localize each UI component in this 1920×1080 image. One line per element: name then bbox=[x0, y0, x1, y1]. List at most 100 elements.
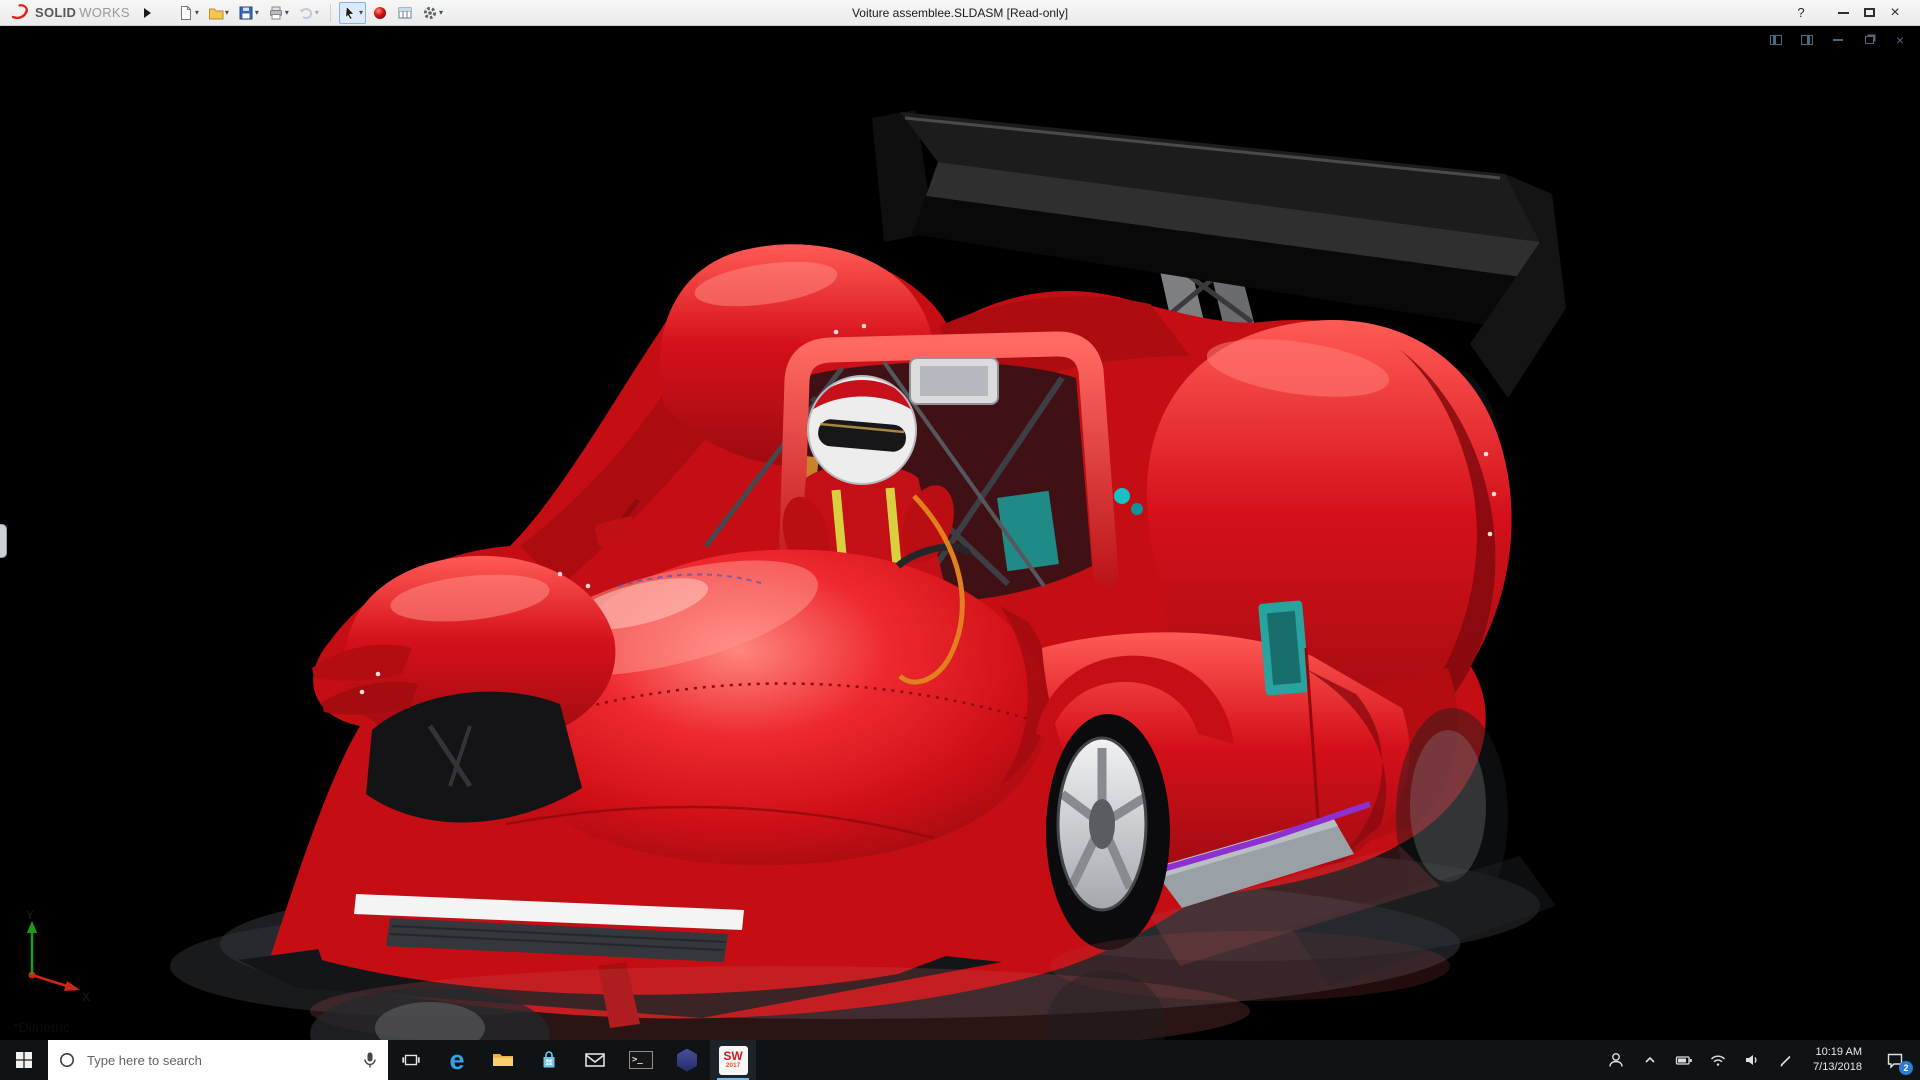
taskbar-mail[interactable] bbox=[572, 1040, 618, 1080]
pen-button[interactable] bbox=[1771, 1040, 1801, 1080]
taskbar-edge[interactable]: e bbox=[434, 1040, 480, 1080]
network-button[interactable] bbox=[1703, 1040, 1733, 1080]
appearance-button[interactable] bbox=[369, 2, 391, 24]
help-button[interactable]: ? bbox=[1788, 2, 1814, 24]
dropdown-caret-icon[interactable]: ▾ bbox=[255, 8, 259, 17]
battery-icon bbox=[1675, 1056, 1692, 1065]
dropdown-caret-icon[interactable]: ▾ bbox=[195, 8, 199, 17]
select-arrow-icon bbox=[345, 5, 355, 20]
taskbar-file-explorer[interactable] bbox=[480, 1040, 526, 1080]
save-button[interactable]: ▾ bbox=[235, 2, 262, 24]
chevron-up-icon bbox=[1645, 1056, 1655, 1063]
titlebar: SOLID WORKS ▾ ▾ ▾ ▾ ▾ ▾ ▾ Voiture assemb… bbox=[0, 0, 1920, 26]
cortana-icon bbox=[60, 1053, 74, 1067]
maximize-icon bbox=[1863, 8, 1875, 17]
3d-viewport[interactable] bbox=[0, 26, 1920, 1040]
solidworks-logo: SOLID WORKS bbox=[0, 3, 136, 23]
volume-button[interactable] bbox=[1737, 1040, 1767, 1080]
open-button[interactable]: ▾ bbox=[205, 2, 232, 24]
graphics-area[interactable]: × Y X *Dimetric bbox=[0, 26, 1920, 1040]
tray-expand-button[interactable] bbox=[1635, 1040, 1665, 1080]
window-controls: ? × bbox=[1788, 2, 1920, 24]
pane-splitter-handle[interactable] bbox=[0, 524, 7, 558]
minimize-icon bbox=[1837, 11, 1849, 14]
axis-triad-icon: Y X bbox=[26, 908, 90, 1004]
brand-works: WORKS bbox=[79, 5, 130, 20]
taskbar-clock[interactable]: 10:19 AM 7/13/2018 bbox=[1805, 1045, 1870, 1075]
taskbar-search[interactable] bbox=[48, 1040, 388, 1080]
pane-left-icon bbox=[1770, 35, 1782, 45]
action-center-button[interactable]: 2 bbox=[1874, 1040, 1916, 1080]
taskbar-store[interactable] bbox=[526, 1040, 572, 1080]
new-document-icon bbox=[180, 5, 191, 20]
document-window-controls: × bbox=[1768, 33, 1908, 47]
design-table-icon bbox=[398, 7, 412, 18]
rear-view-mirror[interactable] bbox=[909, 357, 999, 405]
dropdown-caret-icon[interactable]: ▾ bbox=[359, 8, 363, 17]
view-orientation-label: *Dimetric bbox=[13, 1019, 70, 1035]
store-bag-icon bbox=[543, 1051, 555, 1068]
edge-icon: e bbox=[449, 1044, 465, 1075]
sw-year: 2017 bbox=[725, 1062, 741, 1070]
app-cube-icon bbox=[677, 1048, 697, 1072]
axis-y-label: Y bbox=[26, 909, 34, 922]
ds-logo-icon bbox=[11, 3, 28, 19]
front-right-wheel[interactable] bbox=[1046, 714, 1170, 950]
microphone-icon[interactable] bbox=[362, 1051, 378, 1069]
design-table-button[interactable] bbox=[394, 2, 416, 24]
dropdown-caret-icon[interactable]: ▾ bbox=[285, 8, 289, 17]
orientation-triad: Y X bbox=[12, 908, 98, 1010]
maximize-button[interactable] bbox=[1856, 2, 1882, 24]
select-tool-button[interactable]: ▾ bbox=[338, 1, 366, 24]
doc-close-button[interactable]: × bbox=[1892, 33, 1908, 47]
dropdown-caret-icon[interactable]: ▾ bbox=[439, 8, 443, 17]
mail-icon bbox=[585, 1053, 605, 1067]
sensor-detail bbox=[1131, 503, 1143, 515]
save-icon bbox=[239, 6, 253, 19]
print-button[interactable]: ▾ bbox=[265, 2, 292, 24]
windows-taskbar: e >_ SW 2017 bbox=[0, 1040, 1920, 1080]
task-view-button[interactable] bbox=[388, 1040, 434, 1080]
windows-logo-icon bbox=[16, 1052, 32, 1068]
people-button[interactable] bbox=[1601, 1040, 1631, 1080]
solidworks-app-icon: SW 2017 bbox=[718, 1045, 748, 1075]
clock-date: 7/13/2018 bbox=[1813, 1061, 1862, 1073]
minimize-button[interactable] bbox=[1830, 2, 1856, 24]
doc-restore-icon bbox=[1864, 36, 1874, 44]
speaker-icon bbox=[1746, 1055, 1757, 1065]
taskbar-solidworks[interactable]: SW 2017 bbox=[710, 1040, 756, 1080]
taskbar-terminal[interactable]: >_ bbox=[618, 1040, 664, 1080]
sensor-detail bbox=[1114, 488, 1130, 504]
undo-button[interactable]: ▾ bbox=[295, 2, 322, 24]
print-icon bbox=[269, 6, 282, 19]
appearance-sphere-icon bbox=[373, 6, 386, 19]
doc-restore-button[interactable] bbox=[1861, 33, 1877, 47]
close-button[interactable]: × bbox=[1882, 2, 1908, 24]
file-explorer-icon bbox=[493, 1054, 513, 1066]
wifi-icon bbox=[1711, 1055, 1726, 1066]
pane-left-button[interactable] bbox=[1768, 33, 1784, 47]
start-button[interactable] bbox=[0, 1040, 48, 1080]
doc-minimize-button[interactable] bbox=[1830, 33, 1846, 47]
options-gear-icon bbox=[423, 6, 437, 19]
sw-label: SW bbox=[723, 1049, 743, 1064]
new-document-button[interactable]: ▾ bbox=[175, 2, 202, 24]
dropdown-caret-icon[interactable]: ▾ bbox=[225, 8, 229, 17]
brand-solid: SOLID bbox=[35, 5, 77, 20]
dropdown-caret-icon[interactable]: ▾ bbox=[315, 8, 319, 17]
window-title: Voiture assemblee.SLDASM [Read-only] bbox=[851, 5, 1069, 20]
options-button[interactable]: ▾ bbox=[419, 2, 446, 24]
battery-button[interactable] bbox=[1669, 1040, 1699, 1080]
system-tray: 10:19 AM 7/13/2018 2 bbox=[1601, 1040, 1920, 1080]
flyout-arrow-button[interactable] bbox=[143, 7, 151, 18]
axis-x-label: X bbox=[82, 990, 90, 1004]
taskbar-app-cube[interactable] bbox=[664, 1040, 710, 1080]
pane-right-icon bbox=[1801, 35, 1813, 45]
pane-right-button[interactable] bbox=[1799, 33, 1815, 47]
people-icon bbox=[1609, 1053, 1623, 1067]
driver-helmet[interactable] bbox=[807, 375, 917, 485]
task-view-icon bbox=[402, 1054, 420, 1066]
toolbar-separator bbox=[329, 3, 331, 22]
pen-icon bbox=[1780, 1055, 1791, 1067]
search-input[interactable] bbox=[85, 1051, 353, 1069]
